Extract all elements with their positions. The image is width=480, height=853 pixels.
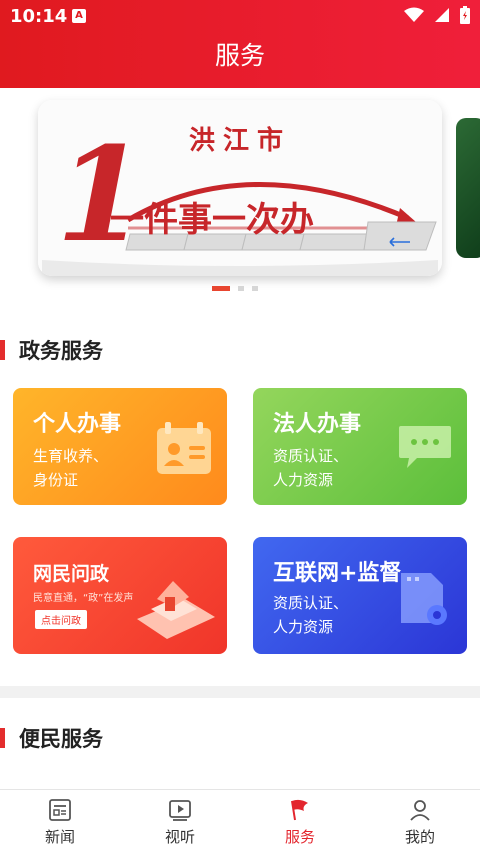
- tab-label: 我的: [404, 828, 435, 846]
- tab-news[interactable]: 新闻: [0, 790, 120, 853]
- notification-icon: A: [72, 9, 86, 23]
- carousel-dot-2[interactable]: [238, 286, 244, 291]
- bottom-tab-bar: 新闻 视听 服务 我的: [0, 789, 480, 853]
- tab-profile[interactable]: 我的: [360, 790, 480, 853]
- signal-icon: [435, 8, 449, 22]
- flag-icon: [291, 799, 308, 821]
- card-personal-affairs[interactable]: 个人办事 生育收养、 身份证: [13, 388, 227, 505]
- page-title: 服务: [214, 41, 265, 70]
- card-subtitle: 资质认证、 人力资源: [273, 594, 349, 636]
- chat-bubble-icon: [399, 426, 451, 468]
- card-subtitle: 生育收养、 身份证: [33, 447, 109, 489]
- card-title: 个人办事: [33, 412, 122, 437]
- section-public-services: 便民服务: [0, 726, 103, 751]
- document-gear-icon: [401, 573, 447, 625]
- carousel-dot-1[interactable]: [212, 286, 230, 291]
- status-icons: [404, 6, 470, 24]
- wifi-icon: [404, 7, 424, 22]
- house-phone-icon: [137, 581, 215, 639]
- section-accent-bar: [0, 340, 5, 360]
- tab-services[interactable]: 服务: [240, 790, 360, 853]
- id-card-icon: [157, 422, 211, 474]
- header: 10:14 A 服务: [0, 0, 480, 88]
- tab-video[interactable]: 视听: [120, 790, 240, 853]
- banner-slide[interactable]: 1 洪江市 一件事一次办: [38, 100, 442, 276]
- section-accent-bar: [0, 728, 5, 748]
- banner-slogan: 一件事一次办: [110, 200, 314, 240]
- banner-city: 洪江市: [188, 126, 291, 156]
- card-title: 法人办事: [273, 412, 362, 437]
- tab-label: 视听: [164, 828, 195, 846]
- inquiry-button[interactable]: 点击问政: [35, 610, 87, 629]
- section-divider: [0, 686, 480, 698]
- card-title: 互联网+监督: [273, 561, 402, 586]
- card-title: 网民问政: [33, 563, 110, 585]
- tab-label: 服务: [284, 828, 315, 846]
- person-icon: [410, 800, 430, 821]
- video-icon: [169, 800, 191, 821]
- card-subtitle: 资质认证、 人力资源: [273, 447, 349, 489]
- carousel-dots: [212, 286, 258, 291]
- news-icon: [49, 799, 71, 821]
- battery-icon: [460, 6, 470, 24]
- status-bar: 10:14 A: [0, 0, 480, 34]
- banner-next-slide[interactable]: [456, 118, 480, 258]
- card-subtitle: 民意直通，“政”在发声: [33, 593, 134, 604]
- card-legal-entity-affairs[interactable]: 法人办事 资质认证、 人力资源: [253, 388, 467, 505]
- section-title: 便民服务: [19, 727, 103, 751]
- card-netizen-inquiry[interactable]: 网民问政 民意直通，“政”在发声 点击问政: [13, 537, 227, 654]
- section-gov-services: 政务服务: [0, 338, 103, 363]
- status-time: 10:14: [10, 6, 68, 27]
- carousel-dot-3[interactable]: [252, 286, 258, 291]
- tab-label: 新闻: [44, 828, 75, 846]
- section-title: 政务服务: [19, 339, 103, 363]
- card-internet-supervision[interactable]: 互联网+监督 资质认证、 人力资源: [253, 537, 467, 654]
